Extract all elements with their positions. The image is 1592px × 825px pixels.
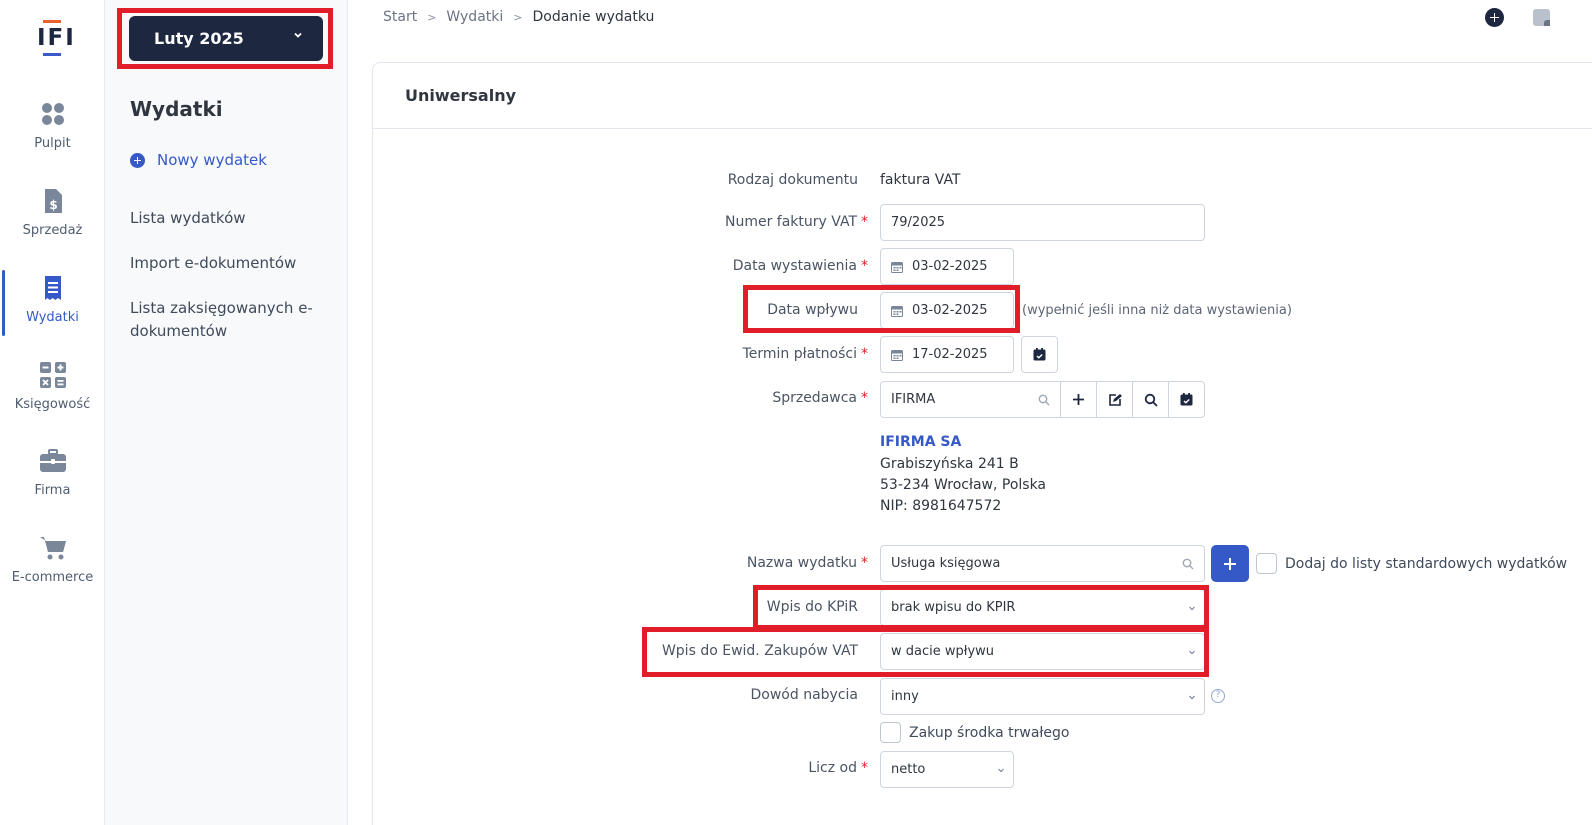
submenu-panel: Luty 2025 Wydatki Nowy wydatek Lista wyd… — [105, 0, 348, 825]
chevron-down-icon — [294, 32, 302, 38]
invoice-number-label: Numer faktury VAT * — [725, 214, 868, 230]
add-circle-icon[interactable] — [1485, 8, 1504, 27]
fixed-asset-checkbox[interactable] — [880, 722, 901, 743]
cart-icon — [39, 537, 66, 560]
expense-name-label: Nazwa wydatku * — [746, 555, 868, 571]
help-icon[interactable]: ? — [1211, 689, 1225, 703]
chevron-down-icon — [998, 768, 1004, 773]
nav-wydatki-label: Wydatki — [26, 310, 79, 325]
search-icon — [1038, 394, 1050, 406]
submenu-title: Wydatki — [130, 97, 223, 121]
seller-calendar-button[interactable] — [1168, 381, 1205, 418]
issue-date-input[interactable]: 03-02-2025 — [880, 248, 1014, 285]
receipt-date-input[interactable]: 03-02-2025 — [880, 292, 1014, 329]
chevron-right-icon: > — [513, 10, 523, 24]
breadcrumb-current: Dodanie wydatku — [532, 9, 655, 25]
calendar-check-icon — [1033, 348, 1046, 361]
invoice-number-input[interactable]: 79/2025 — [880, 204, 1205, 241]
seller-search-input[interactable]: IFIRMA — [880, 381, 1061, 418]
period-label: Luty 2025 — [154, 29, 244, 48]
edit-icon — [1108, 393, 1122, 406]
calc-from-label: Licz od * — [808, 760, 868, 776]
note-icon[interactable] — [1533, 9, 1550, 26]
nav-ecommerce-label: E-commerce — [11, 570, 94, 585]
nav-ksiegowosc-label: Księgowość — [14, 397, 91, 412]
new-expense-link[interactable]: Nowy wydatek — [130, 150, 267, 170]
nav-firma[interactable]: Firma — [0, 447, 105, 517]
nav-sprzedaz[interactable]: $ Sprzedaż — [0, 187, 105, 257]
card-title: Uniwersalny — [405, 86, 517, 105]
vat-register-label: Wpis do Ewid. Zakupów VAT — [661, 643, 858, 659]
chevron-right-icon: > — [427, 10, 437, 24]
nav-sprzedaz-label: Sprzedaż — [22, 223, 83, 238]
seller-street: Grabiszyńska 241 B — [880, 456, 1019, 472]
add-expense-name-button[interactable] — [1211, 545, 1249, 582]
seller-label: Sprzedawca * — [772, 390, 868, 406]
search-seller-button[interactable] — [1132, 381, 1169, 418]
due-date-calendar-button[interactable] — [1021, 336, 1058, 373]
seller-name-link[interactable]: IFIRMA SA — [880, 434, 961, 450]
kpir-select[interactable]: brak wpisu do KPIR — [880, 589, 1205, 626]
proof-label: Dowód nabycia — [750, 687, 859, 703]
chevron-down-icon — [1189, 695, 1195, 700]
seller-city: 53-234 Wrocław, Polska — [880, 477, 1047, 493]
receipt-date-label: Data wpływu — [767, 302, 858, 318]
proof-select[interactable]: inny — [880, 678, 1205, 715]
add-seller-button[interactable] — [1060, 381, 1097, 418]
chevron-down-icon — [1189, 650, 1195, 655]
briefcase-icon — [39, 449, 66, 472]
expense-name-input[interactable]: Usługa księgowa — [880, 545, 1205, 582]
nav-ecommerce[interactable]: E-commerce — [0, 534, 105, 604]
add-standard-label: Dodaj do listy standardowych wydatków — [1285, 556, 1568, 572]
nav-firma-label: Firma — [34, 483, 71, 498]
chevron-down-icon — [1189, 606, 1195, 611]
nav-pulpit[interactable]: Pulpit — [0, 100, 105, 170]
ifirma-logo[interactable]: IFI — [37, 20, 74, 58]
nav-wydatki[interactable]: Wydatki — [0, 270, 105, 344]
left-rail: IFI Pulpit $ Sprzedaż Wydatki Księgowość… — [0, 0, 105, 825]
card-header: Uniwersalny — [373, 63, 1592, 129]
add-standard-checkbox[interactable] — [1256, 553, 1277, 574]
receipt-icon — [44, 276, 61, 300]
calendar-icon — [891, 305, 903, 317]
plus-icon — [1073, 394, 1084, 405]
calculator-icon — [39, 362, 66, 388]
breadcrumb-wydatki[interactable]: Wydatki — [446, 9, 503, 25]
doc-type-value: faktura VAT — [880, 172, 961, 188]
search-icon — [1144, 393, 1158, 407]
calendar-icon — [891, 261, 903, 273]
breadcrumb: Start > Wydatki > Dodanie wydatku — [383, 9, 654, 25]
seller-nip: NIP: 8981647572 — [880, 498, 1002, 514]
calc-from-select[interactable]: netto — [880, 751, 1014, 788]
due-date-label: Termin płatności * — [742, 346, 868, 362]
booked-edocs-link[interactable]: Lista zaksięgowanych e-dokumentów — [130, 297, 320, 343]
kpir-label: Wpis do KPiR — [766, 599, 858, 615]
import-edocs-link[interactable]: Import e-dokumentów — [130, 252, 320, 275]
nav-ksiegowosc[interactable]: Księgowość — [0, 361, 105, 431]
invoice-icon: $ — [44, 189, 62, 213]
due-date-input[interactable]: 17-02-2025 — [880, 336, 1014, 373]
svg-text:$: $ — [49, 198, 57, 212]
issue-date-label: Data wystawienia * — [732, 258, 868, 274]
vat-register-select[interactable]: w dacie wpływu — [880, 633, 1205, 670]
expense-list-link[interactable]: Lista wydatków — [130, 207, 320, 230]
grid-icon — [41, 103, 64, 125]
search-icon — [1182, 558, 1194, 570]
calendar-check-icon — [1180, 393, 1193, 406]
plus-circle-icon — [130, 152, 145, 168]
nav-pulpit-label: Pulpit — [34, 136, 71, 151]
receipt-date-hint: (wypełnić jeśli inna niż data wystawieni… — [1022, 303, 1292, 318]
calendar-icon — [891, 349, 903, 361]
breadcrumb-start[interactable]: Start — [383, 9, 417, 25]
edit-seller-button[interactable] — [1096, 381, 1133, 418]
fixed-asset-label: Zakup środka trwałego — [909, 725, 1070, 741]
new-expense-label: Nowy wydatek — [157, 151, 267, 169]
doc-type-label: Rodzaj dokumentu — [727, 172, 858, 188]
period-selector[interactable]: Luty 2025 — [129, 16, 323, 61]
